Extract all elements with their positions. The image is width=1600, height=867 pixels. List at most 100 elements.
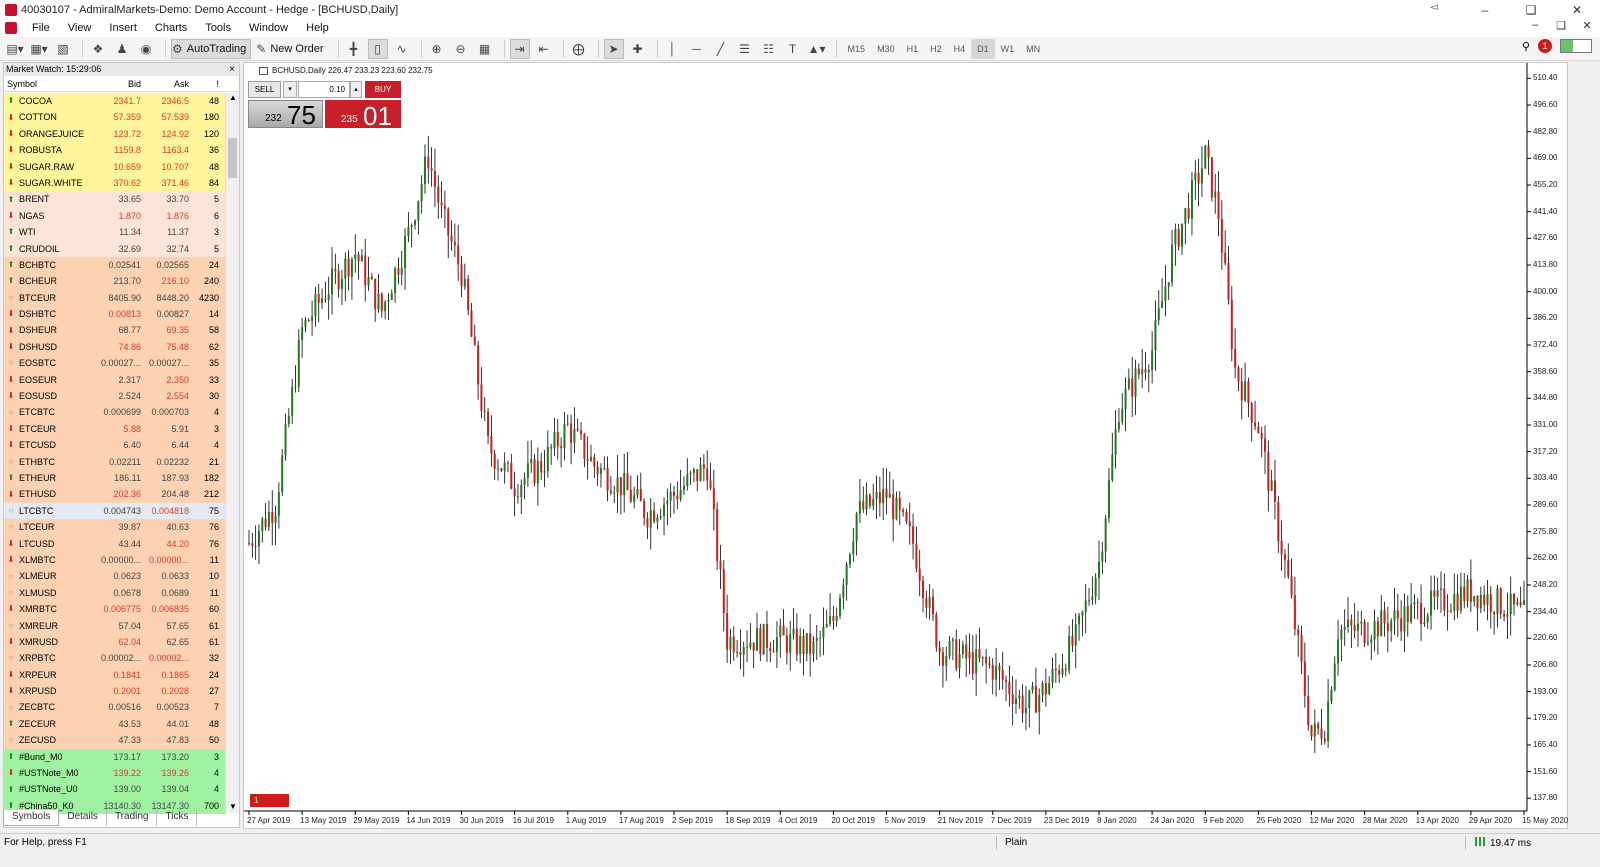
navigator-icon[interactable]: ❖ xyxy=(88,39,108,59)
market-watch-row[interactable]: ⬇ EOSUSD 2.524 2.554 30 xyxy=(4,388,226,405)
timeframe-m30[interactable]: M30 xyxy=(871,39,901,59)
header-symbol[interactable]: Symbol xyxy=(4,76,96,91)
signals-icon[interactable]: ◉ xyxy=(136,39,156,59)
timeframe-h4[interactable]: H4 xyxy=(948,39,972,59)
candlestick-icon[interactable]: ▯ xyxy=(367,38,388,59)
menu-tools[interactable]: Tools xyxy=(196,22,240,34)
market-watch-row[interactable]: ⬇ ROBUSTA 1159.8 1163.4 36 xyxy=(4,142,226,159)
shapes-dropdown-icon[interactable]: ▲▾ xyxy=(807,39,827,59)
chart-shift-icon[interactable]: ⇤ xyxy=(534,39,554,59)
market-watch-scrollbar[interactable]: ▲ ▼ xyxy=(225,93,239,813)
trendline-icon[interactable]: ╱ xyxy=(711,39,731,59)
buy-button[interactable]: BUY xyxy=(365,81,401,98)
crosshair-icon[interactable]: ✚ xyxy=(628,39,648,59)
market-watch-row[interactable]: ⬇ ETCEUR 5.88 5.91 3 xyxy=(4,420,226,438)
market-watch-row[interactable]: ⬇ NGAS 1.870 1.876 6 xyxy=(4,207,226,225)
market-watch-row[interactable]: ⬇ DSHUSD 74.86 75.48 62 xyxy=(4,338,226,356)
market-watch-row[interactable]: ⬆ BCHBTC 0.02541 0.02565 24 xyxy=(4,256,226,274)
scroll-up-icon[interactable]: ▲ xyxy=(229,93,237,102)
maximize-button[interactable]: ❑ xyxy=(1508,0,1554,19)
tab-trading[interactable]: Trading xyxy=(107,810,158,826)
market-watch-row[interactable]: ⬇ XMRUSD 62.04 62.65 61 xyxy=(4,633,226,651)
horizontal-line-icon[interactable]: ─ xyxy=(687,39,707,59)
text-tool-icon[interactable]: T xyxy=(783,39,803,59)
bar-chart-icon[interactable]: ╋ xyxy=(344,39,364,59)
fibonacci-icon[interactable]: ☷ xyxy=(759,39,779,59)
market-watch-row[interactable]: ⬇ COTTON 57.359 57.539 180 xyxy=(4,109,226,126)
candlestick-chart[interactable] xyxy=(244,63,1569,830)
autotrading-button[interactable]: ⚙ AutoTrading xyxy=(171,38,252,59)
timeframe-m15[interactable]: M15 xyxy=(842,39,872,59)
market-watch-row[interactable]: ⬇ DSHEUR 68.77 69.35 58 xyxy=(4,322,226,339)
ask-price-box[interactable]: 235 01 xyxy=(325,100,401,129)
market-watch-row[interactable]: ⬇ ORANGEJUICE 123.72 124.92 120 xyxy=(4,125,226,143)
market-watch-row[interactable]: ○ ETHBTC 0.02211 0.02232 21 xyxy=(4,453,226,470)
chart-minimize-button[interactable]: – xyxy=(1522,19,1548,37)
auto-scroll-icon[interactable]: ⇥ xyxy=(509,38,530,59)
chart-menu-icon[interactable] xyxy=(5,22,17,34)
market-watch-row[interactable]: ⬆ #USTNote_U0 139.00 139.04 4 xyxy=(4,781,226,798)
market-watch-row[interactable]: ○ LTCEUR 39.87 40.63 76 xyxy=(4,519,226,536)
market-watch-row[interactable]: ○ BTCEUR 8405.90 8448.20 4230 xyxy=(4,289,226,307)
header-bid[interactable]: Bid xyxy=(96,76,144,91)
timeframe-h1[interactable]: H1 xyxy=(901,39,925,59)
market-watch-row[interactable]: ○ ZECUSD 47.33 47.83 50 xyxy=(4,732,226,749)
line-chart-icon[interactable]: ∿ xyxy=(392,39,412,59)
tile-windows-icon[interactable]: ▦ xyxy=(475,39,495,59)
timeframe-mn[interactable]: MN xyxy=(1020,39,1046,59)
menu-insert[interactable]: Insert xyxy=(100,22,146,34)
market-watch-row[interactable]: ⬆ WTI 11.34 11.37 3 xyxy=(4,224,226,241)
trade-marker[interactable]: 1 xyxy=(250,794,289,807)
close-button[interactable]: ✕ xyxy=(1554,0,1600,19)
scrollbar-thumb[interactable] xyxy=(228,138,237,178)
market-watch-row[interactable]: ⬇ XLMBTC 0.00000... 0.00000... 11 xyxy=(4,551,226,569)
menu-charts[interactable]: Charts xyxy=(146,22,196,34)
menu-help[interactable]: Help xyxy=(297,22,338,34)
tab-details[interactable]: Details xyxy=(59,810,107,826)
sell-button[interactable]: SELL xyxy=(248,81,281,98)
bid-price-box[interactable]: 232 75 xyxy=(248,100,323,128)
market-watch-row[interactable]: ⬇ ETCUSD 6.40 6.44 4 xyxy=(4,437,226,454)
market-watch-row[interactable]: ⬇ SUGAR.RAW 10.659 10.707 48 xyxy=(4,158,226,175)
channel-icon[interactable]: ☰ xyxy=(735,39,755,59)
indicators-icon[interactable]: ⨁ xyxy=(569,39,589,59)
tab-ticks[interactable]: Ticks xyxy=(157,810,198,826)
lot-spinner-icon[interactable]: ▴ xyxy=(350,81,362,98)
market-watch-row[interactable]: ⬆ BRENT 33.65 33.70 5 xyxy=(4,191,226,208)
new-order-button[interactable]: ✎ New Order xyxy=(255,39,328,59)
market-watch-row[interactable]: ⬇ XRPEUR 0.1841 0.1865 24 xyxy=(4,666,226,684)
lot-size-input[interactable]: 0.10 xyxy=(298,81,350,98)
market-watch-icon[interactable]: ▧ xyxy=(53,39,73,59)
market-watch-row[interactable]: ○ LTCBTC 0.004743 0.004818 75 xyxy=(4,502,226,520)
market-watch-row[interactable]: ⬆ ETHEUR 186.11 187.93 182 xyxy=(4,469,226,487)
timeframe-d1[interactable]: D1 xyxy=(971,38,995,59)
zoom-out-icon[interactable]: ⊖ xyxy=(451,39,471,59)
market-watch-row[interactable]: ○ XMREUR 57.04 57.65 61 xyxy=(4,617,226,634)
market-watch-row[interactable]: ⬆ BCHEUR 213.70 216.10 240 xyxy=(4,273,226,290)
market-watch-row[interactable]: ⬆ #Bund_M0 173.17 173.20 3 xyxy=(4,748,226,766)
market-watch-row[interactable]: ○ XLMEUR 0.0623 0.0633 10 xyxy=(4,568,226,585)
new-chart-icon[interactable]: ▤▾ xyxy=(5,39,25,59)
chart-window[interactable]: BCHUSD,Daily 226.47 233.23 223.60 232.75… xyxy=(243,62,1568,829)
notification-badge[interactable]: 1 xyxy=(1538,39,1552,53)
market-watch-row[interactable]: ○ ZECBTC 0.00516 0.00523 7 xyxy=(4,699,226,716)
market-watch-row[interactable]: ⬇ XMRBTC 0.006775 0.006835 60 xyxy=(4,601,226,618)
pin-icon[interactable]: ◅ xyxy=(1430,2,1438,13)
zoom-in-icon[interactable]: ⊕ xyxy=(427,39,447,59)
market-watch-close-button[interactable]: × xyxy=(229,63,235,76)
timeframe-h2[interactable]: H2 xyxy=(924,39,948,59)
vertical-line-icon[interactable]: │ xyxy=(663,39,683,59)
search-icon[interactable]: ⚲ xyxy=(1522,40,1530,53)
lot-dropdown-icon[interactable]: ▾ xyxy=(283,81,297,98)
market-watch-row[interactable]: ○ XRPBTC 0.00002... 0.00002... 32 xyxy=(4,650,226,667)
market-watch-row[interactable]: ○ XLMUSD 0.0678 0.0689 11 xyxy=(4,584,226,602)
cursor-icon[interactable]: ➤ xyxy=(603,38,624,59)
market-watch-row[interactable]: ⬆ ZECEUR 43.53 44.01 48 xyxy=(4,715,226,733)
market-watch-row[interactable]: ⬇ XRPUSD 0.2001 0.2028 27 xyxy=(4,683,226,700)
menu-view[interactable]: View xyxy=(59,22,101,34)
tab-symbols[interactable]: Symbols xyxy=(3,810,60,826)
market-watch-row[interactable]: ⬇ ETHUSD 202.36 204.48 212 xyxy=(4,486,226,503)
status-profile[interactable]: Plain xyxy=(1005,837,1027,848)
market-watch-row[interactable]: ⬇ #USTNote_M0 139.22 139.26 4 xyxy=(4,765,226,782)
status-ping[interactable]: 19.47 ms xyxy=(1475,837,1531,849)
